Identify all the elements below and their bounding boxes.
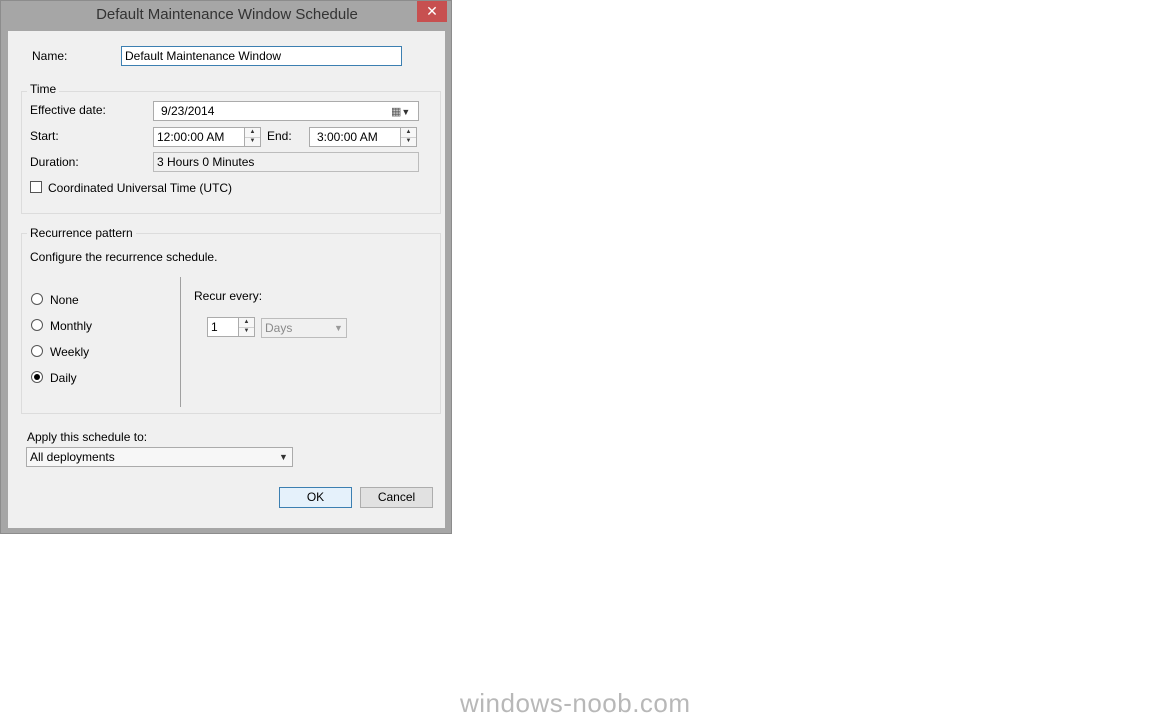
- recurrence-description: Configure the recurrence schedule.: [30, 250, 218, 264]
- effective-date-value: 9/23/2014: [161, 104, 215, 118]
- cancel-button[interactable]: Cancel: [360, 487, 433, 508]
- start-time-value: 12:00:00 AM: [157, 130, 225, 144]
- recur-unit-select: Days ▼: [261, 318, 347, 338]
- radio-none[interactable]: [31, 293, 43, 305]
- recurrence-group-title: Recurrence pattern: [27, 226, 136, 240]
- time-group-title: Time: [27, 82, 60, 96]
- apply-schedule-label: Apply this schedule to:: [27, 430, 148, 444]
- radio-selected-dot: [34, 374, 40, 380]
- effective-date-picker[interactable]: 9/23/2014 ▦▼: [153, 101, 419, 121]
- start-time-input[interactable]: 12:00:00 AM ▲ ▼: [153, 127, 261, 147]
- apply-schedule-value: All deployments: [30, 450, 115, 464]
- calendar-icon[interactable]: ▦▼: [391, 103, 410, 121]
- close-button[interactable]: ✕: [417, 1, 447, 22]
- utc-label[interactable]: Coordinated Universal Time (UTC): [48, 181, 232, 195]
- name-input[interactable]: Default Maintenance Window: [121, 46, 402, 66]
- radio-none-label[interactable]: None: [50, 293, 79, 307]
- radio-daily[interactable]: [31, 371, 43, 383]
- dialog-title: Default Maintenance Window Schedule: [96, 6, 358, 23]
- watermark: windows-noob.com: [460, 688, 691, 718]
- start-label: Start:: [30, 129, 59, 143]
- radio-monthly-label[interactable]: Monthly: [50, 319, 92, 333]
- recur-every-label: Recur every:: [194, 289, 263, 303]
- recur-interval-spinner[interactable]: ▲ ▼: [238, 318, 254, 336]
- chevron-down-icon[interactable]: ▼: [279, 448, 288, 466]
- recur-unit-value: Days: [265, 321, 293, 335]
- chevron-down-icon: ▼: [334, 323, 343, 333]
- start-time-spinner[interactable]: ▲ ▼: [244, 128, 260, 146]
- spin-down-icon[interactable]: ▼: [239, 327, 254, 336]
- effective-date-label: Effective date:: [30, 103, 106, 117]
- title-bar[interactable]: Default Maintenance Window Schedule ✕: [1, 1, 453, 31]
- end-time-spinner[interactable]: ▲ ▼: [400, 128, 416, 146]
- spin-down-icon[interactable]: ▼: [245, 137, 260, 146]
- dialog-client-area: Name: Default Maintenance Window Time Ef…: [8, 31, 445, 528]
- name-label: Name:: [32, 49, 68, 63]
- close-icon: ✕: [426, 3, 438, 19]
- radio-monthly[interactable]: [31, 319, 43, 331]
- radio-weekly-label[interactable]: Weekly: [50, 345, 89, 359]
- recur-interval-input[interactable]: 1 ▲ ▼: [207, 317, 255, 337]
- radio-weekly[interactable]: [31, 345, 43, 357]
- end-time-input[interactable]: 3:00:00 AM ▲ ▼: [309, 127, 417, 147]
- dialog-window: Default Maintenance Window Schedule ✕ Na…: [0, 0, 452, 534]
- duration-field: 3 Hours 0 Minutes: [153, 152, 419, 172]
- ok-button[interactable]: OK: [279, 487, 352, 508]
- utc-checkbox[interactable]: [30, 181, 42, 193]
- end-label: End:: [267, 129, 292, 143]
- spin-down-icon[interactable]: ▼: [401, 137, 416, 146]
- end-time-value: 3:00:00 AM: [317, 130, 378, 144]
- radio-daily-label[interactable]: Daily: [50, 371, 77, 385]
- duration-label: Duration:: [30, 155, 79, 169]
- recur-interval-value: 1: [211, 320, 218, 334]
- apply-schedule-select[interactable]: All deployments ▼: [26, 447, 293, 467]
- recurrence-divider: [180, 277, 181, 407]
